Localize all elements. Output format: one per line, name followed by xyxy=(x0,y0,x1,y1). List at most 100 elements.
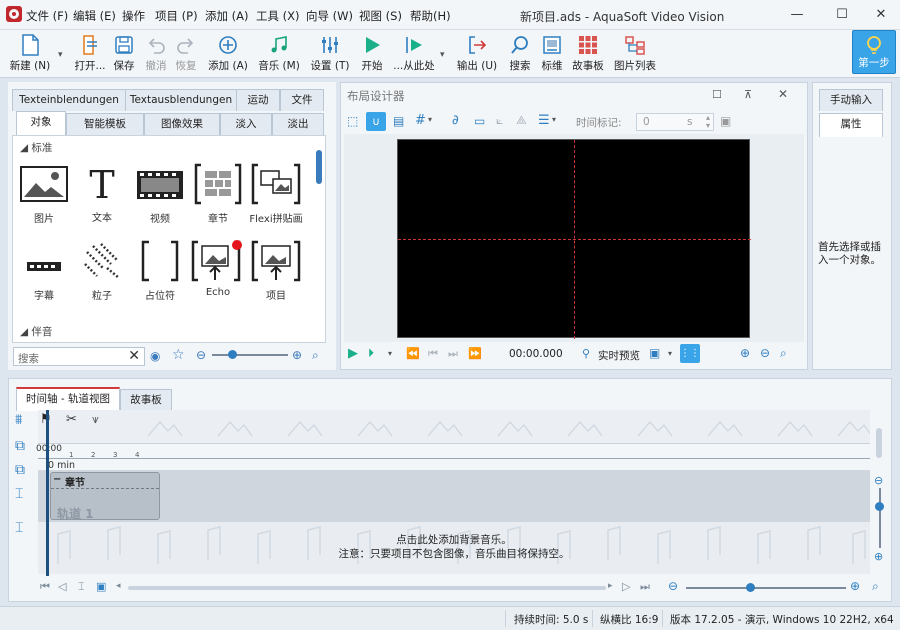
object-subtitle[interactable]: 字幕 xyxy=(16,240,72,302)
close-button[interactable]: ✕ xyxy=(866,5,896,25)
undo-button[interactable]: 撤消 xyxy=(142,32,170,73)
play-dropdown-arrow[interactable]: ▾ xyxy=(440,50,445,60)
object-chapter[interactable]: 章节 xyxy=(190,163,246,225)
select-frame-icon[interactable]: ⬚ xyxy=(347,114,358,128)
start-button[interactable]: 开始 xyxy=(358,32,386,73)
previous-icon[interactable]: ⏮ xyxy=(428,347,438,361)
add-button[interactable]: 添加 (A) xyxy=(206,32,250,73)
snap-magnet-icon[interactable]: ∪ xyxy=(366,112,386,131)
menu-actions[interactable]: 操作 xyxy=(122,8,145,24)
panel-restore-icon[interactable]: ☐ xyxy=(712,88,722,101)
tab-motion[interactable]: 运动 xyxy=(236,89,280,111)
section-music[interactable]: ◢ 伴音 xyxy=(20,324,52,339)
icon-size-slider-thumb[interactable] xyxy=(228,350,237,359)
tab-text-out[interactable]: Textausblendungen xyxy=(125,89,237,111)
screen-preview-arrow[interactable]: ▾ xyxy=(668,349,672,358)
object-text[interactable]: T 文本 xyxy=(74,163,130,224)
path-icon[interactable]: ∂ xyxy=(452,113,459,128)
storyboard-button[interactable]: 故事板 xyxy=(570,32,606,73)
expand-tool-icon[interactable]: ⌶ xyxy=(15,486,23,502)
grid-dropdown-arrow[interactable]: ▾ xyxy=(428,115,432,124)
hscroll-right-icon[interactable]: ▸ xyxy=(608,581,613,591)
maximize-button[interactable]: ☐ xyxy=(827,5,857,25)
grid-icon[interactable]: # xyxy=(415,113,426,128)
fit-timeline-icon[interactable]: ⌶ xyxy=(78,580,85,594)
safe-area-icon[interactable]: ▤ xyxy=(393,114,404,128)
track-height-slider[interactable] xyxy=(875,488,884,548)
menu-tools[interactable]: 工具 (X) xyxy=(256,8,300,24)
preview-canvas[interactable] xyxy=(397,139,751,339)
redo-button[interactable]: 恢复 xyxy=(172,32,200,73)
timeline-zoom-slider[interactable] xyxy=(686,583,846,592)
object-video[interactable]: 视频 xyxy=(132,163,188,225)
tab-text-in[interactable]: Texteinblendungen xyxy=(12,89,126,111)
tab-smart-templates[interactable]: 智能模板 xyxy=(66,113,144,135)
music-track-lane[interactable]: 点击此处添加背景音乐。 注意：只要项目不包含图像，音乐曲目将保持空。 xyxy=(38,522,870,574)
group-tool-icon[interactable]: ⧉ xyxy=(15,438,25,454)
ungroup-tool-icon[interactable]: ⧉ xyxy=(15,462,25,478)
panel-pin-icon[interactable]: ⊼ xyxy=(744,88,752,101)
icon-size-slider[interactable] xyxy=(212,350,288,359)
resize-grip-icon[interactable]: ⋰ xyxy=(884,614,892,623)
size-icon[interactable]: ▭ xyxy=(474,114,485,128)
tab-objects[interactable]: 对象 xyxy=(16,111,66,135)
screen-icon[interactable]: ▣ xyxy=(96,580,106,593)
star-icon[interactable]: ☆ xyxy=(172,347,185,363)
realtime-preview-icon[interactable]: ⚲ xyxy=(582,347,590,360)
tab-fade-out[interactable]: 淡出 xyxy=(272,113,324,135)
time-marker-input[interactable]: 0 s ▴ ▾ xyxy=(636,113,714,131)
timeline-zoom-fit-icon[interactable]: ⌕ xyxy=(872,579,879,594)
object-picture[interactable]: 图片 xyxy=(16,163,72,225)
prev-frame-icon[interactable]: ◁ xyxy=(58,580,66,593)
eye-icon[interactable]: ◉ xyxy=(150,349,160,363)
track-height-slider-thumb[interactable] xyxy=(875,502,884,511)
music-button[interactable]: 音乐 (M) xyxy=(256,32,302,73)
go-end-icon[interactable]: ⏭ xyxy=(640,580,650,594)
panel-close-icon[interactable]: ✕ xyxy=(778,87,788,101)
play-options-arrow[interactable]: ▾ xyxy=(388,349,392,358)
timeline-hscrollbar[interactable] xyxy=(128,586,606,590)
menu-view[interactable]: 视图 (S) xyxy=(359,8,402,24)
objects-scrollbar-thumb[interactable] xyxy=(316,150,322,184)
tab-fade-in[interactable]: 淡入 xyxy=(220,113,272,135)
track-zoom-out-icon[interactable]: ⊖ xyxy=(874,474,883,487)
zoom-out-circle-icon[interactable]: ⊖ xyxy=(196,348,206,362)
object-project[interactable]: 项目 xyxy=(248,240,304,302)
zoom-out-icon[interactable]: ⊖ xyxy=(760,346,770,360)
timeline-zoom-slider-thumb[interactable] xyxy=(746,583,755,592)
playhead-line[interactable] xyxy=(46,410,49,576)
menu-wizard[interactable]: 向导 (W) xyxy=(306,8,353,24)
scissors-icon[interactable]: ✂ xyxy=(66,412,77,427)
collapse-tool-icon[interactable]: ⌶ xyxy=(15,520,23,536)
new-dropdown-arrow[interactable]: ▾ xyxy=(58,50,63,60)
menu-edit[interactable]: 编辑 (E) xyxy=(73,8,116,24)
photo-list-button[interactable]: 图片列表 xyxy=(612,32,658,73)
open-button[interactable]: 打开... xyxy=(70,32,110,73)
zoom-in-icon[interactable]: ⊕ xyxy=(740,346,750,360)
timeline-zoom-in-icon[interactable]: ⊕ xyxy=(850,579,860,593)
grid-preview-toggle-icon[interactable]: ⋮⋮ xyxy=(680,344,700,363)
search-button[interactable]: 搜索 xyxy=(506,32,534,73)
zoom-fit-preview-icon[interactable]: ⌕ xyxy=(780,346,787,361)
go-start-icon[interactable]: ⏮ xyxy=(40,580,50,594)
object-placeholder[interactable]: 占位符 xyxy=(132,240,188,302)
track-zoom-in-icon[interactable]: ⊕ xyxy=(874,550,883,563)
tab-files[interactable]: 文件 xyxy=(280,89,324,111)
menu-project[interactable]: 项目 (P) xyxy=(155,8,198,24)
clear-search-icon[interactable]: ✕ xyxy=(128,348,140,364)
zoom-fit-icon[interactable]: ⌕ xyxy=(312,348,319,363)
timeline-zoom-out-icon[interactable]: ⊖ xyxy=(668,579,678,593)
realtime-preview-label[interactable]: 实时预览 xyxy=(598,348,640,363)
tab-timeline-track-view[interactable]: 时间轴 - 轨道视图 xyxy=(16,387,120,411)
next-frame-icon[interactable]: ▷ xyxy=(622,580,630,593)
marker-tool-icon[interactable]: ⩩ xyxy=(15,412,22,428)
screen-preview-icon[interactable]: ▣ xyxy=(649,346,660,360)
save-button[interactable]: 保存 xyxy=(110,32,138,73)
tab-manual-input[interactable]: 手动输入 xyxy=(819,89,883,111)
object-flexi-collage[interactable]: Flexi拼贴画 xyxy=(248,163,304,225)
split-icon[interactable]: ⩛ xyxy=(92,412,99,427)
menu-add[interactable]: 添加 (A) xyxy=(205,8,249,24)
first-step-button[interactable]: 第一步 xyxy=(852,30,896,74)
rewind-icon[interactable]: ⏪ xyxy=(406,347,420,360)
object-particles[interactable]: 粒子 xyxy=(74,240,130,302)
